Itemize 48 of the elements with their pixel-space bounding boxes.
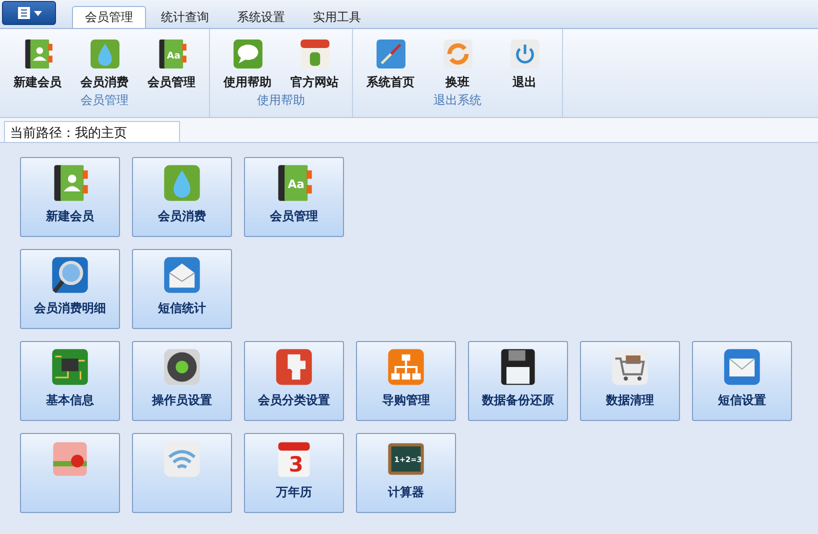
shortcut-tile[interactable]: 新建会员 — [20, 157, 120, 237]
compass-icon — [374, 37, 408, 71]
ribbon-button[interactable]: 使用帮助 — [214, 37, 281, 91]
envelope-icon — [161, 254, 203, 296]
ribbon-button[interactable]: 会员消费 — [71, 37, 138, 91]
envelope-icon — [721, 346, 763, 388]
ribbon-button[interactable]: 新建会员 — [4, 37, 71, 91]
group-title: 会员管理 — [80, 92, 128, 109]
ribbon-button[interactable]: 官方网站 — [281, 37, 348, 91]
menu-button[interactable] — [2, 1, 56, 25]
shortcut-tile[interactable] — [20, 433, 120, 513]
water-drop-icon — [161, 162, 203, 204]
tab[interactable]: 会员管理 — [72, 6, 146, 28]
tab[interactable]: 统计查询 — [148, 6, 222, 28]
group-title: 退出系统 — [434, 92, 482, 109]
ribbon-button[interactable]: 退出 — [491, 37, 558, 91]
speech-bubble-icon — [230, 37, 264, 71]
ribbon-button[interactable]: 系统首页 — [357, 37, 424, 91]
dpad-icon — [161, 346, 203, 388]
water-drop-icon — [88, 37, 122, 71]
puzzle-icon — [273, 346, 315, 388]
ribbon-button[interactable]: 换班 — [424, 37, 491, 91]
shop-icon — [298, 37, 332, 71]
power-icon — [508, 37, 542, 71]
shortcut-tile[interactable]: 短信统计 — [132, 249, 232, 329]
tab[interactable]: 实用工具 — [300, 6, 374, 28]
wifi-icon — [161, 438, 203, 480]
flowchart-icon — [385, 346, 427, 388]
shortcut-tile[interactable]: 3 万年历 — [244, 433, 344, 513]
shortcut-tile[interactable] — [132, 433, 232, 513]
tab[interactable]: 系统设置 — [224, 6, 298, 28]
shopping-cart-icon — [609, 346, 651, 388]
group-title: 使用帮助 — [257, 92, 305, 109]
breadcrumb: 当前路径：我的主页 — [4, 121, 180, 142]
magnifier-icon — [49, 254, 91, 296]
shortcut-tile[interactable]: 导购管理 — [356, 341, 456, 421]
shortcut-tile[interactable]: 数据备份还原 — [468, 341, 568, 421]
circuit-board-icon — [49, 346, 91, 388]
swap-icon — [440, 37, 474, 71]
shortcut-tile[interactable]: Aa 会员管理 — [244, 157, 344, 237]
shortcut-tile[interactable]: 会员消费明细 — [20, 249, 120, 329]
ribbon-button[interactable]: Aa 会员管理 — [138, 37, 205, 91]
shortcut-tile[interactable]: 基本信息 — [20, 341, 120, 421]
shortcut-tile[interactable]: 短信设置 — [692, 341, 792, 421]
shortcut-tile[interactable]: 操作员设置 — [132, 341, 232, 421]
shortcut-tile[interactable]: 会员分类设置 — [244, 341, 344, 421]
shortcut-tile[interactable]: 会员消费 — [132, 157, 232, 237]
shortcut-tile[interactable]: 数据清理 — [580, 341, 680, 421]
